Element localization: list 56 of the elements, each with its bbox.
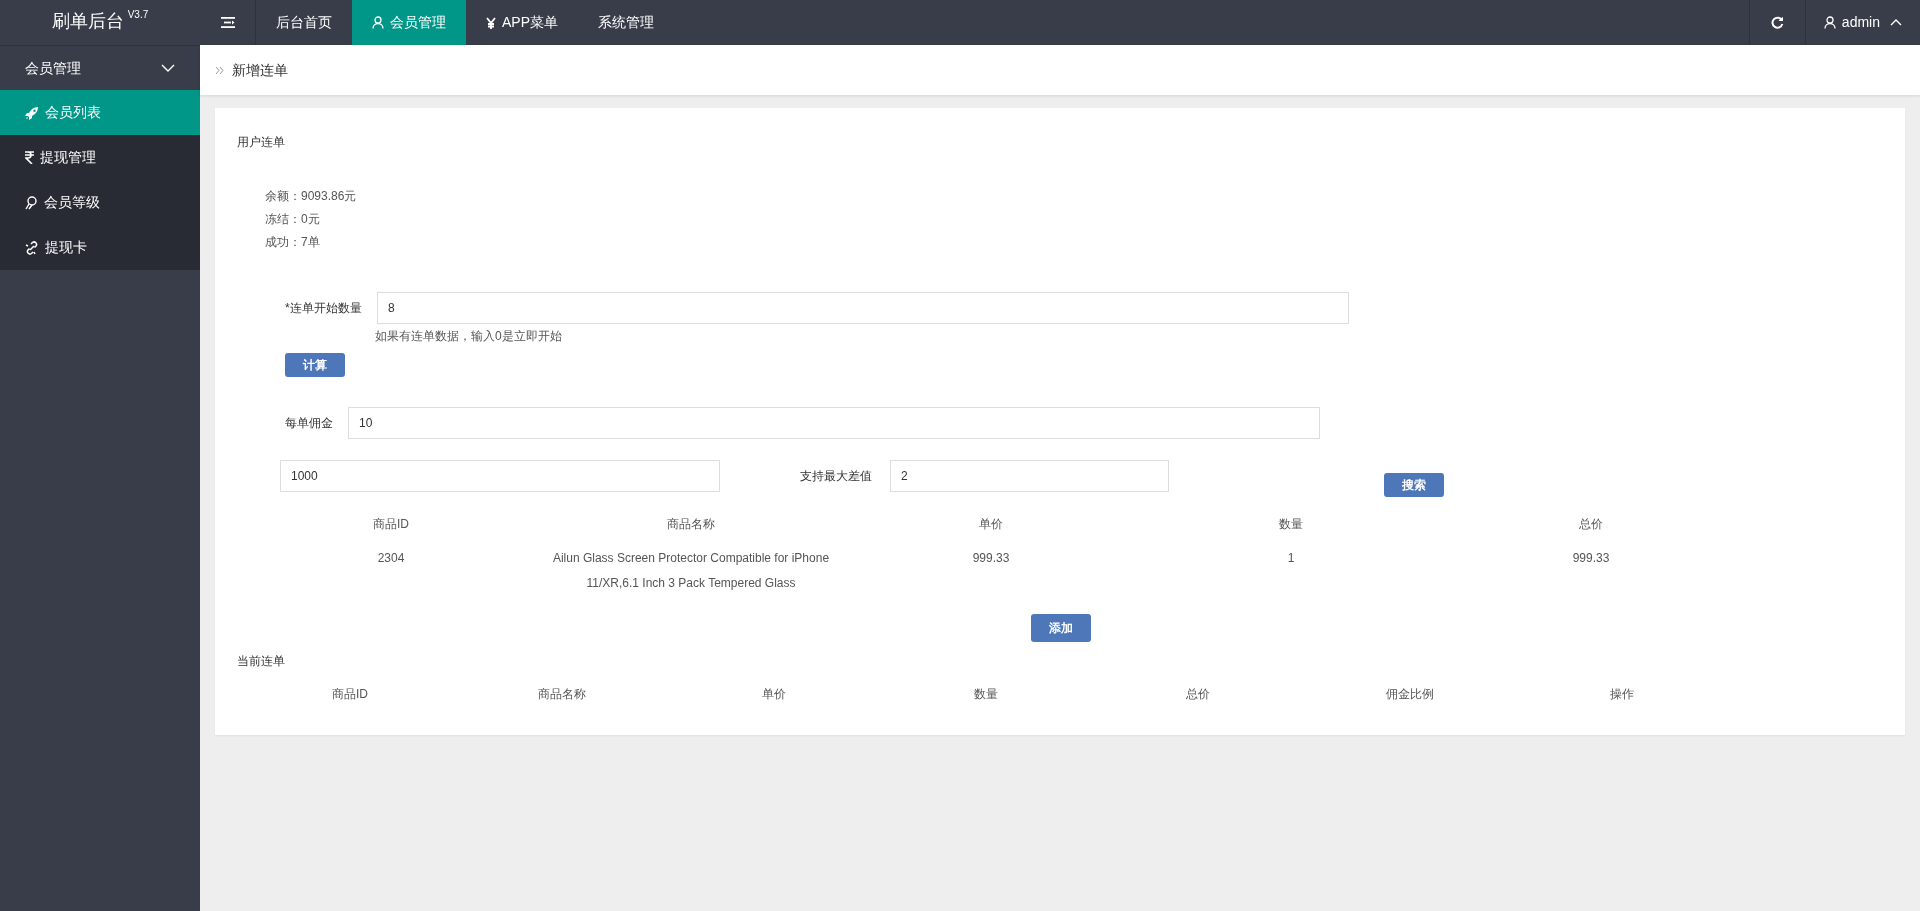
nav-tab[interactable]: 后台首页 [256,0,352,45]
stat-text: 冻结：0元 [265,211,321,227]
section-title: 当前连单 [237,653,286,670]
caret-icon [1890,19,1902,26]
menu-icon [220,17,235,28]
input-field[interactable]: 10 [348,407,1320,439]
table-cell-text: 999.33 [971,550,1011,567]
breadcrumb-text: 新增连单 [232,60,288,80]
column-header: 总价 [1185,686,1211,703]
double-chevron-icon [215,65,224,75]
column-header: 佣金比例 [1385,686,1435,703]
nav-tab[interactable]: APP菜单 [466,0,578,45]
nav-tab[interactable]: 系统管理 [578,0,674,45]
rocket-icon [25,105,39,120]
table-cell-text: 2304 [376,550,406,567]
sidebar-item[interactable]: 会员等级 [0,180,200,225]
input-field[interactable]: 1000 [280,460,720,492]
medal-icon [25,195,38,210]
column-header: 单价 [761,686,787,703]
search-button[interactable]: 搜索 [1384,473,1444,497]
column-header: 商品ID [331,686,369,703]
column-header: 总价 [1578,516,1604,533]
input-field[interactable]: 8 [377,292,1349,324]
broken-link-icon [25,240,39,255]
column-header: 商品名称 [666,516,716,533]
user-icon [1823,16,1836,29]
table-cell-text: 1 [1286,550,1296,567]
table-cell-text: Ailun Glass Screen Protector Compatible for iPhone 11/XR,6.1 Inch 3 Pack Tempered Glass [551,550,831,592]
field-label: *连单开始数量 [285,300,363,317]
add-button[interactable]: 添加 [1031,614,1091,642]
column-header: 商品名称 [537,686,587,703]
rupee-icon [25,151,34,164]
user-icon [372,16,384,29]
column-header: 商品ID [372,516,410,533]
column-header: 数量 [973,686,999,703]
nav-tab[interactable]: 会员管理 [352,0,466,45]
section-title: 用户连单 [237,134,286,150]
stat-text: 成功：7单 [265,234,321,250]
input-field[interactable]: 2 [890,460,1169,492]
refresh-icon [1770,16,1784,29]
chevron-icon [161,64,175,72]
column-header: 数量 [1278,516,1304,533]
column-header: 单价 [978,516,1004,533]
yen-icon [486,16,496,29]
table-cell-text: 999.33 [1571,550,1611,567]
app-title: 刷单后台 [51,10,124,33]
sidebar-item[interactable]: 提现管理 [0,135,200,180]
sidebar-item[interactable]: 会员列表 [0,90,200,135]
version-label: V3.7 [127,9,149,21]
calculate-button[interactable]: 计算 [285,353,345,377]
field-label: 每单佣金 [285,415,334,432]
column-header: 操作 [1609,686,1635,703]
sidebar-item[interactable]: 提现卡 [0,225,200,270]
field-label: 支持最大差值 [800,468,873,485]
hint-text: 如果有连单数据，输入0是立即开始 [375,328,563,345]
stat-text: 余额：9093.86元 [265,188,358,204]
